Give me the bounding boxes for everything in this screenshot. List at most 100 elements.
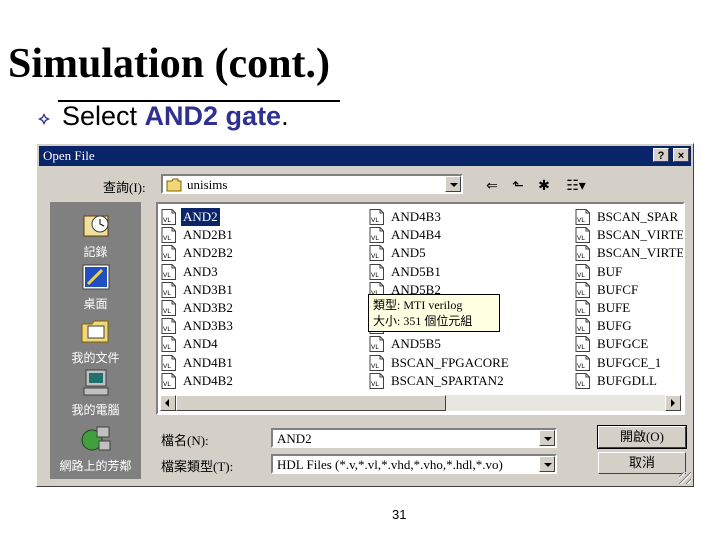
verilog-file-icon: VL — [161, 227, 176, 244]
file-item[interactable]: VL AND2B2 — [160, 244, 360, 262]
dialog-titlebar: Open File ? × — [39, 146, 691, 166]
diamond-bullet-icon — [38, 113, 50, 125]
file-item[interactable]: VL AND3B1 — [160, 281, 360, 299]
open-button[interactable]: 開啟(O) — [597, 425, 687, 449]
svg-text:VL: VL — [577, 253, 585, 260]
svg-text:VL: VL — [163, 344, 171, 351]
file-item[interactable]: VL BUFGCE — [574, 335, 683, 353]
view-menu-icon[interactable]: ☷▾ — [561, 175, 591, 195]
file-name: AND5B1 — [391, 263, 441, 279]
file-item[interactable]: VL BUF — [574, 263, 683, 281]
file-item[interactable]: VL AND2 — [160, 207, 360, 227]
my-computer-icon — [83, 369, 108, 396]
subtitle-highlight: AND2 gate — [144, 101, 282, 131]
subtitle-text: Select — [62, 101, 145, 131]
resize-grip-icon[interactable] — [679, 472, 691, 484]
file-name: BSCAN_VIRTE — [597, 227, 685, 243]
filename-value: AND2 — [277, 431, 312, 446]
file-item[interactable]: VL BUFE — [574, 299, 683, 317]
file-name: BUFG — [597, 318, 632, 334]
chevron-down-icon[interactable] — [539, 430, 555, 446]
file-item[interactable]: VL AND4B1 — [160, 354, 360, 372]
verilog-file-icon: VL — [161, 354, 176, 371]
verilog-file-icon: VL — [369, 209, 384, 225]
verilog-file-icon: VL — [575, 245, 590, 262]
svg-text:VL: VL — [371, 235, 379, 242]
file-item[interactable]: VL BUFG — [574, 317, 683, 335]
up-folder-icon[interactable]: ⬑ — [507, 175, 529, 195]
file-item[interactable]: VL AND3B3 — [160, 317, 360, 335]
file-item[interactable]: VL AND3 — [160, 263, 360, 281]
scroll-left-icon[interactable] — [160, 395, 176, 411]
svg-text:VL: VL — [371, 253, 379, 260]
look-in-label: 查詢(I): — [103, 180, 146, 195]
file-item[interactable]: VL BUFCF — [574, 281, 683, 299]
file-item[interactable]: VL BSCAN_FPGACORE — [368, 354, 568, 372]
filetype-value: HDL Files (*.v,*.vl,*.vhd,*.vho,*.hdl,*.… — [277, 457, 503, 472]
file-item[interactable]: VL BUFGDLL — [574, 372, 683, 390]
close-button[interactable]: × — [673, 148, 689, 162]
svg-text:VL: VL — [163, 326, 171, 333]
svg-text:VL: VL — [577, 235, 585, 242]
svg-text:VL: VL — [577, 326, 585, 333]
horizontal-scrollbar[interactable] — [160, 395, 681, 411]
svg-text:VL: VL — [163, 290, 171, 297]
verilog-file-icon: VL — [575, 281, 590, 298]
svg-text:VL: VL — [577, 272, 585, 279]
file-name: AND3B2 — [183, 300, 233, 315]
file-item[interactable]: VL BUFGCE_1 — [574, 354, 683, 372]
file-item[interactable]: VL AND5B1 — [368, 263, 568, 281]
svg-text:VL: VL — [577, 381, 585, 388]
file-item[interactable]: VL AND5 — [368, 244, 568, 262]
file-item[interactable]: VL BSCAN_SPARTAN2 — [368, 372, 568, 390]
file-name: AND5 — [391, 245, 426, 261]
file-item[interactable]: VL BSCAN_VIRTE — [574, 244, 683, 262]
svg-text:VL: VL — [163, 253, 171, 260]
verilog-file-icon: VL — [575, 336, 590, 353]
file-item[interactable]: VL AND3B2 — [160, 299, 360, 317]
file-item[interactable]: VL AND4B4 — [368, 226, 568, 244]
new-folder-icon[interactable]: ✱ — [533, 175, 555, 195]
dialog-title: Open File — [43, 148, 95, 163]
file-list[interactable]: VL AND2 VL AND2B1 VL AND2B2 VL AND3 VL AND3B1 VL AN… — [156, 202, 685, 415]
verilog-file-icon: VL — [161, 318, 176, 335]
svg-text:VL: VL — [371, 344, 379, 351]
svg-text:VL: VL — [371, 217, 379, 224]
chevron-down-icon[interactable] — [445, 176, 461, 192]
scrollbar-thumb[interactable] — [176, 395, 446, 411]
place-network[interactable]: 網路上的芳鄰 — [50, 424, 141, 474]
file-item[interactable]: VL AND4B2 — [160, 372, 360, 390]
scroll-right-icon[interactable] — [665, 395, 681, 411]
svg-text:VL: VL — [163, 217, 171, 224]
page-number: 31 — [392, 507, 407, 522]
file-item[interactable]: VL AND2B1 — [160, 226, 360, 244]
file-item[interactable]: VL AND4B3 — [368, 208, 568, 226]
filetype-select[interactable]: HDL Files (*.v,*.vl,*.vhd,*.vho,*.hdl,*.… — [271, 454, 557, 474]
folder-icon — [166, 178, 182, 192]
svg-text:VL: VL — [577, 217, 585, 224]
place-my-computer[interactable]: 我的電腦 — [50, 368, 141, 418]
file-name: BUFGDLL — [597, 372, 657, 388]
svg-text:VL: VL — [577, 344, 585, 351]
file-name: BUFE — [597, 300, 631, 315]
chevron-down-icon[interactable] — [539, 456, 555, 472]
help-button[interactable]: ? — [653, 148, 669, 162]
svg-text:VL: VL — [577, 290, 585, 297]
place-my-documents[interactable]: 我的文件 — [50, 316, 141, 366]
place-history[interactable]: 記錄 — [50, 210, 141, 260]
file-item[interactable]: VL BSCAN_VIRTE — [574, 226, 685, 244]
file-item[interactable]: VL AND4 — [160, 335, 360, 353]
file-name: AND2 — [180, 207, 221, 227]
svg-text:VL: VL — [163, 235, 171, 242]
look-in-dropdown[interactable]: unisims — [161, 174, 463, 194]
file-item[interactable]: VL BSCAN_SPAR — [574, 208, 683, 226]
file-name: BSCAN_SPARTAN2 — [391, 372, 504, 388]
file-name: AND4B2 — [183, 372, 233, 388]
cancel-button[interactable]: 取消 — [598, 452, 686, 474]
place-desktop[interactable]: 桌面 — [50, 262, 141, 312]
back-arrow-icon[interactable]: ⇐ — [481, 175, 503, 195]
filename-input[interactable]: AND2 — [271, 428, 557, 448]
file-item[interactable]: VL AND5B5 — [368, 335, 568, 353]
subtitle-period: . — [281, 101, 289, 131]
desktop-icon — [82, 264, 109, 290]
